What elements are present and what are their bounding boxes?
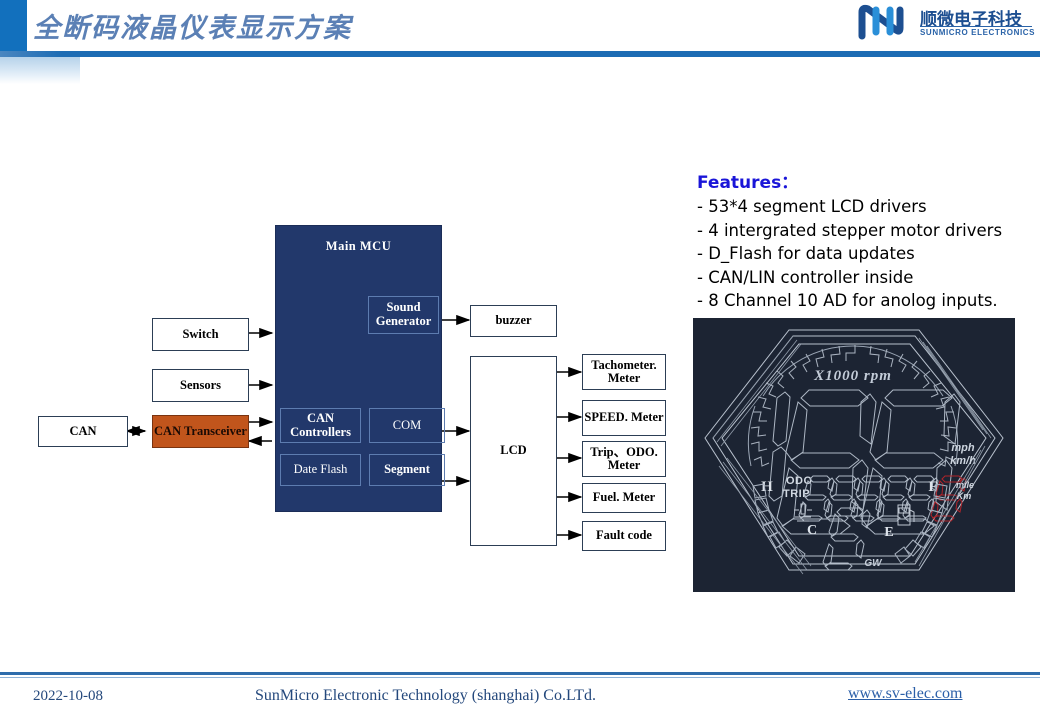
fault-code-block[interactable]: Fault code [582, 521, 666, 551]
feature-item: - 8 Channel 10 AD for anolog inputs. [697, 291, 998, 310]
svg-text:C: C [807, 523, 817, 538]
lcd-block[interactable]: LCD [470, 356, 557, 546]
slide-footer: 2022-10-08 SunMicro Electronic Technolog… [0, 672, 1040, 720]
footer-date: 2022-10-08 [33, 688, 103, 704]
feature-item: - 4 intergrated stepper motor drivers [697, 220, 1003, 240]
sensors-block[interactable]: Sensors [152, 369, 249, 402]
features-list: - 53*4 segment LCD drivers - 4 intergrat… [697, 195, 1027, 313]
fuel-meter-block[interactable]: Fuel. Meter [582, 483, 666, 513]
system-block-diagram: Main MCU Sound Generator CAN Controllers… [0, 90, 700, 650]
footer-rule [0, 672, 1040, 675]
tachometer-meter-block[interactable]: Tachometer. Meter [582, 354, 666, 390]
features-panel: Features： - 53*4 segment LCD drivers - 4… [697, 168, 1027, 313]
mcu-segment-block[interactable]: Segment [369, 454, 445, 486]
feature-item: - D_Flash for data updates [697, 244, 915, 263]
sunmicro-n-logo-icon [858, 4, 904, 40]
buzzer-block[interactable]: buzzer [470, 305, 557, 337]
switch-block[interactable]: Switch [152, 318, 249, 351]
mcu-sound-generator-block[interactable]: Sound Generator [368, 296, 439, 334]
main-mcu-block[interactable]: Main MCU Sound Generator CAN Controllers… [275, 225, 445, 512]
feature-item: - 53*4 segment LCD drivers [697, 197, 927, 216]
svg-text:Km: Km [957, 491, 972, 501]
can-bus-block[interactable]: CAN [38, 416, 128, 447]
company-logo: 顺微电子科技 SUNMICRO ELECTRONICS [856, 2, 1036, 48]
logo-divider [920, 26, 1032, 27]
svg-text:GW: GW [864, 558, 883, 569]
logo-en-text: SUNMICRO ELECTRONICS [920, 28, 1036, 37]
svg-text:E: E [884, 525, 893, 540]
footer-company-name: SunMicro Electronic Technology (shanghai… [255, 687, 597, 704]
svg-text:X1000 rpm: X1000 rpm [813, 368, 892, 384]
trip-odo-meter-block[interactable]: Trip、ODO. Meter [582, 441, 666, 477]
features-title: Features： [697, 173, 799, 193]
lcd-layout-drawing: X1000 rpm mph km/h ODO TRIP mile Km H F … [704, 329, 1004, 575]
footer-website-link[interactable]: www.sv-elec.com [848, 685, 962, 703]
feature-item: - CAN/LIN controller inside [697, 267, 914, 287]
svg-text:mph: mph [951, 442, 975, 454]
speed-meter-block[interactable]: SPEED. Meter [582, 400, 666, 436]
lcd-segment-layout-image: X1000 rpm mph km/h ODO TRIP mile Km H F … [693, 318, 1015, 592]
can-transceiver-block[interactable]: CAN Transceiver [152, 415, 249, 448]
svg-text:F: F [928, 479, 937, 495]
mcu-can-controllers-block[interactable]: CAN Controllers [280, 408, 361, 443]
main-mcu-title: Main MCU [325, 239, 392, 253]
footer-rule-thin [0, 677, 1040, 678]
svg-text:H: H [761, 479, 773, 495]
mcu-com-block[interactable]: COM [369, 408, 445, 443]
mcu-data-flash-block[interactable]: Date Flash [280, 454, 361, 486]
